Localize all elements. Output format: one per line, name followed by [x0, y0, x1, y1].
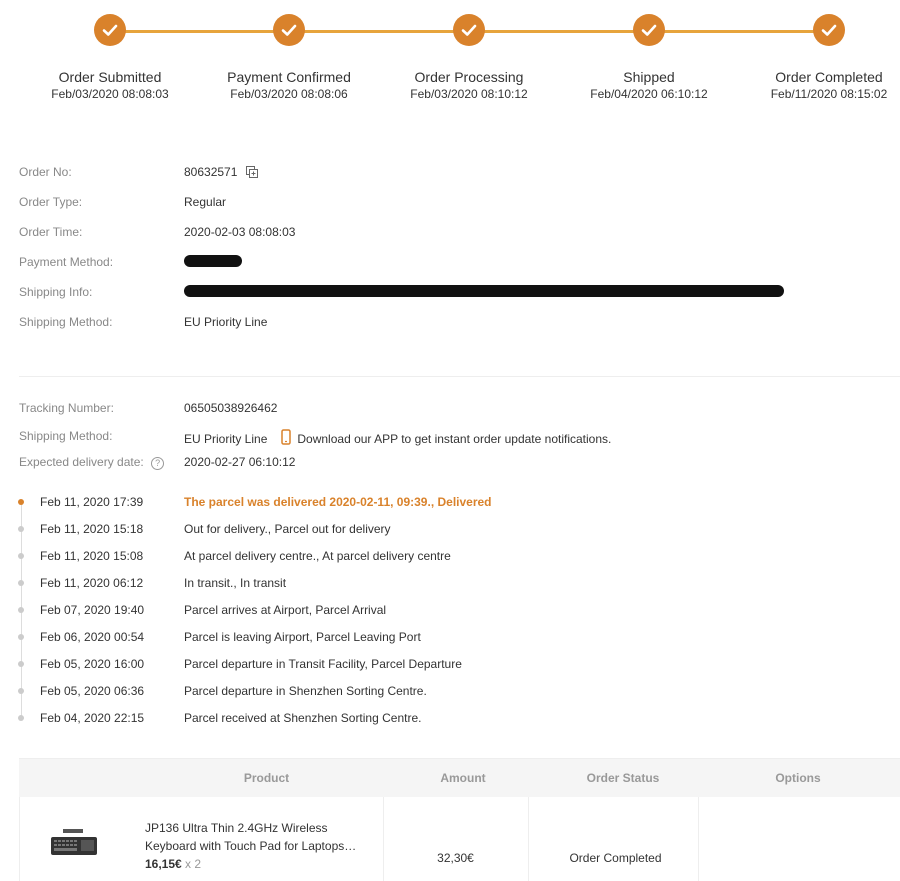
redacted-shipping-info [184, 285, 784, 297]
check-icon [633, 14, 665, 46]
step-order-submitted: Order Submitted Feb/03/2020 08:08:03 [25, 14, 195, 101]
shipping-info-label: Shipping Info: [19, 285, 93, 299]
cell-border [383, 797, 384, 881]
header-amount: Amount [440, 771, 486, 785]
table-row: JP136 Ultra Thin 2.4GHz Wireless Keyboar… [19, 797, 900, 881]
timeline-event: Feb 07, 2020 19:40 Parcel arrives at Air… [0, 603, 900, 617]
product-title-line: Keyboard with Touch Pad for Laptops… [145, 839, 357, 853]
order-time-label: Order Time: [19, 225, 83, 239]
timeline-dot [18, 607, 24, 613]
redacted-payment-method [184, 255, 242, 267]
step-time: Feb/03/2020 08:10:12 [410, 87, 528, 101]
event-text: Parcel departure in Transit Facility, Pa… [184, 657, 462, 671]
timeline-event: Feb 11, 2020 15:08 At parcel delivery ce… [0, 549, 900, 563]
cell-border [528, 797, 529, 881]
timeline-dot [18, 661, 24, 667]
shipping-method-label: Shipping Method: [19, 315, 113, 329]
timeline-event: Feb 11, 2020 17:39 The parcel was delive… [0, 495, 900, 509]
shipping-method-value: EU Priority Line [184, 315, 268, 329]
event-date: Feb 04, 2020 22:15 [40, 711, 145, 725]
expected-delivery-value: 2020-02-27 06:10:12 [184, 455, 296, 469]
product-price: 16,15€ x 2 [145, 857, 201, 871]
step-name: Order Completed [775, 69, 883, 85]
header-order-status: Order Status [586, 771, 660, 785]
check-icon [453, 14, 485, 46]
payment-method-label: Payment Method: [19, 255, 114, 269]
timeline-event: Feb 05, 2020 06:36 Parcel departure in S… [0, 684, 900, 698]
timeline-dot [18, 499, 24, 505]
product-title-line: JP136 Ultra Thin 2.4GHz Wireless [145, 821, 328, 835]
step-name: Order Processing [414, 69, 524, 85]
event-text: Parcel received at Shenzhen Sorting Cent… [184, 711, 422, 725]
order-no-value: 80632571 [184, 165, 238, 179]
amount-value: 32,30€ [437, 851, 474, 865]
unit-price: 16,15€ [145, 857, 182, 871]
step-order-completed: Order Completed Feb/11/2020 08:15:02 [744, 14, 900, 101]
check-icon [273, 14, 305, 46]
event-text: In transit., In transit [184, 576, 287, 590]
order-no-label: Order No: [19, 165, 72, 179]
step-order-processing: Order Processing Feb/03/2020 08:10:12 [384, 14, 554, 101]
timeline-event: Feb 06, 2020 00:54 Parcel is leaving Air… [0, 630, 900, 644]
timeline-event: Feb 11, 2020 15:18 Out for delivery., Pa… [0, 522, 900, 536]
step-name: Payment Confirmed [227, 69, 351, 85]
step-time: Feb/03/2020 08:08:06 [230, 87, 348, 101]
event-text: Parcel departure in Shenzhen Sorting Cen… [184, 684, 427, 698]
tracking-number-value[interactable]: 06505038926462 [184, 401, 277, 415]
check-icon [813, 14, 845, 46]
timeline-dot [18, 580, 24, 586]
event-text: Parcel is leaving Airport, Parcel Leavin… [184, 630, 421, 644]
step-payment-confirmed: Payment Confirmed Feb/03/2020 08:08:06 [204, 14, 374, 101]
timeline-event: Feb 05, 2020 16:00 Parcel departure in T… [0, 657, 900, 671]
event-text: The parcel was delivered 2020-02-11, 09:… [184, 495, 492, 509]
product-table: Product Amount Order Status Options JP13… [19, 758, 900, 881]
check-icon [94, 14, 126, 46]
timeline-dot [18, 634, 24, 640]
event-date: Feb 06, 2020 00:54 [40, 630, 145, 644]
timeline-dot [18, 553, 24, 559]
quantity: x 2 [185, 857, 202, 871]
event-date: Feb 05, 2020 16:00 [40, 657, 145, 671]
event-date: Feb 05, 2020 06:36 [40, 684, 145, 698]
step-time: Feb/03/2020 08:08:03 [51, 87, 169, 101]
tracking-shipping-method-label: Shipping Method: [19, 429, 113, 443]
copy-icon[interactable] [245, 165, 259, 179]
event-date: Feb 11, 2020 17:39 [40, 495, 144, 509]
event-date: Feb 11, 2020 15:08 [40, 549, 144, 563]
section-divider [19, 376, 900, 377]
event-text: Parcel arrives at Airport, Parcel Arriva… [184, 603, 387, 617]
step-time: Feb/04/2020 06:10:12 [590, 87, 708, 101]
order-time-value: 2020-02-03 08:08:03 [184, 225, 296, 239]
event-text: At parcel delivery centre., At parcel de… [184, 549, 451, 563]
keyboard-product-image[interactable] [49, 825, 99, 859]
event-date: Feb 11, 2020 06:12 [40, 576, 144, 590]
timeline-dot [18, 715, 24, 721]
help-icon[interactable]: ? [151, 457, 165, 470]
tracking-shipping-method-value: EU Priority Line [184, 431, 268, 446]
header-options: Options [775, 771, 821, 785]
mobile-phone-icon [281, 429, 292, 448]
timeline-event: Feb 11, 2020 06:12 In transit., In trans… [0, 576, 900, 590]
order-progress: Order Submitted Feb/03/2020 08:08:03 Pay… [0, 0, 900, 110]
expected-delivery-label: Expected delivery date: [19, 455, 144, 469]
timeline-event: Feb 04, 2020 22:15 Parcel received at Sh… [0, 711, 900, 725]
event-date: Feb 11, 2020 15:18 [40, 522, 144, 536]
cell-border [19, 797, 20, 881]
order-status-value: Order Completed [569, 851, 662, 865]
event-date: Feb 07, 2020 19:40 [40, 603, 145, 617]
order-type-label: Order Type: [19, 195, 83, 209]
download-app-link[interactable]: Download our APP to get instant order up… [297, 432, 611, 446]
timeline-dot [18, 526, 24, 532]
step-name: Shipped [623, 69, 675, 85]
tracking-number-label: Tracking Number: [19, 401, 114, 415]
step-name: Order Submitted [58, 69, 162, 85]
order-type-value: Regular [184, 195, 227, 209]
table-header: Product Amount Order Status Options [19, 759, 900, 797]
event-text: Out for delivery., Parcel out for delive… [184, 522, 391, 536]
step-time: Feb/11/2020 08:15:02 [770, 87, 888, 101]
cell-border [698, 797, 699, 881]
step-shipped: Shipped Feb/04/2020 06:10:12 [564, 14, 734, 101]
product-title-link[interactable]: JP136 Ultra Thin 2.4GHz Wireless Keyboar… [145, 819, 375, 855]
timeline-dot [18, 688, 24, 694]
